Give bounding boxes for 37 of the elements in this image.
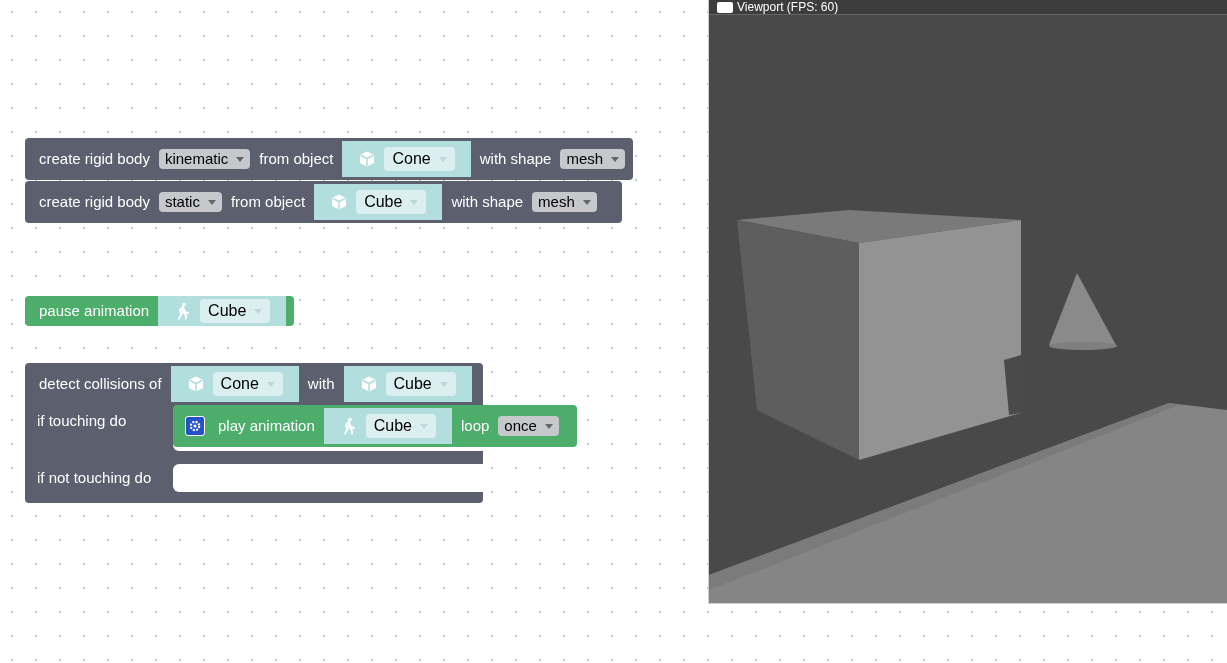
block-label: if touching do [37,412,127,429]
dropdown[interactable]: Cone [384,147,455,171]
block-label: detect collisions of [38,373,163,394]
object-input[interactable]: Cube [158,296,287,326]
dropdown[interactable]: Cone [212,372,283,396]
block-label: create rigid body [38,191,151,212]
object-input[interactable]: Cone [342,141,471,177]
block-label: with shape [478,148,553,169]
block-label: with [306,373,336,394]
cube-icon [359,375,378,393]
dropdown[interactable]: mesh [560,149,626,169]
block-label: if not touching do [37,467,152,488]
dropdown[interactable]: kinematic [158,149,251,169]
block-label: pause animation [38,300,151,321]
object-input[interactable]: Cube [323,408,452,444]
block-label: play animation [217,415,316,436]
object-input[interactable]: Cube [314,184,443,220]
dropdown[interactable]: Cube [385,372,456,396]
block-label: with shape [450,191,525,212]
block-label: create rigid body [38,148,151,169]
panel-title: Viewport (FPS: 60) [737,1,839,14]
dropdown[interactable]: Cube [200,299,271,323]
dropdown[interactable]: Cube [365,414,436,438]
dropdown[interactable]: static [158,192,222,212]
gear-icon[interactable] [185,416,205,436]
cube-icon [186,375,205,393]
cube-icon [358,150,377,168]
dropdown[interactable]: Cube [356,190,427,214]
dropdown[interactable]: mesh [532,192,597,212]
dropdown[interactable]: once [498,416,559,436]
object-input[interactable]: Cone [170,366,299,402]
cube-icon [330,193,349,211]
block-label: from object [258,148,335,169]
panel-icon [717,2,733,13]
block-label: loop [460,415,491,436]
object-input[interactable]: Cube [343,366,472,402]
block-label: from object [229,191,307,212]
